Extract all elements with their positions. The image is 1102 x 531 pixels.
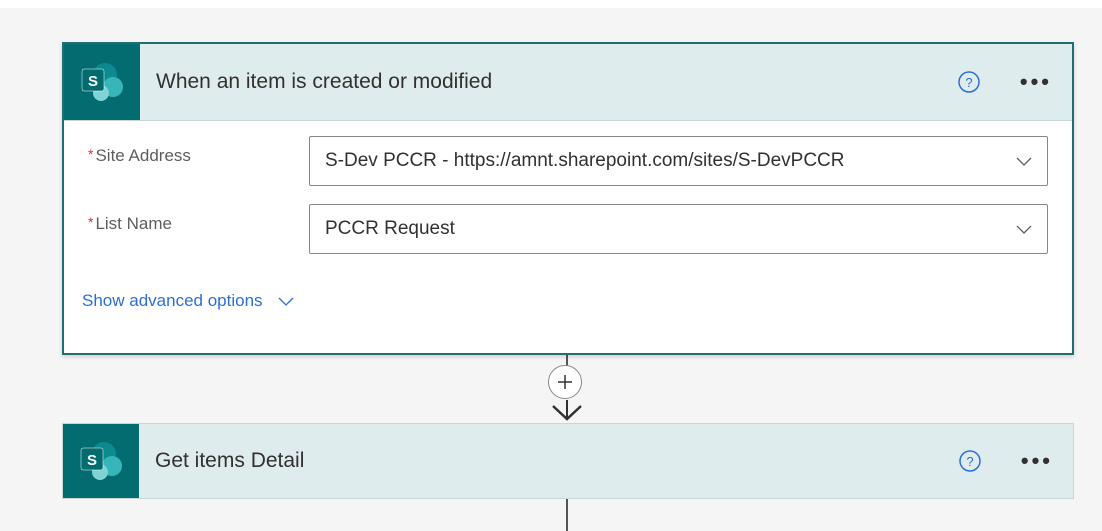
trigger-title: When an item is created or modified bbox=[156, 70, 493, 93]
plus-icon bbox=[558, 375, 572, 389]
help-icon[interactable]: ? bbox=[959, 450, 981, 472]
top-strip bbox=[0, 0, 1102, 8]
required-mark: * bbox=[88, 214, 94, 230]
get-items-title: Get items Detail bbox=[155, 449, 305, 472]
more-options-icon[interactable]: ••• bbox=[1020, 69, 1052, 95]
svg-text:?: ? bbox=[966, 454, 973, 469]
site-address-row: * Site Address S-Dev PCCR - https://amnt.… bbox=[64, 136, 1072, 188]
svg-text:S: S bbox=[88, 73, 98, 90]
show-advanced-options-link[interactable]: Show advanced options bbox=[82, 291, 295, 311]
chevron-down-icon[interactable] bbox=[1015, 155, 1033, 167]
add-step-button[interactable] bbox=[548, 365, 582, 399]
svg-text:?: ? bbox=[965, 75, 972, 90]
more-options-icon[interactable]: ••• bbox=[1021, 448, 1053, 474]
arrow-down-icon bbox=[552, 400, 582, 421]
trigger-card[interactable]: S When an item is created or modified ? … bbox=[62, 42, 1074, 355]
get-items-card[interactable]: S Get items Detail ? ••• bbox=[62, 423, 1074, 499]
help-icon[interactable]: ? bbox=[958, 71, 980, 93]
sharepoint-icon: S bbox=[64, 44, 140, 120]
chevron-down-icon[interactable] bbox=[1015, 223, 1033, 235]
list-name-label: * List Name bbox=[88, 214, 172, 233]
list-name-row: * List Name PCCR Request bbox=[64, 204, 1072, 256]
site-address-value: S-Dev PCCR - https://amnt.sharepoint.com… bbox=[325, 150, 845, 171]
list-name-dropdown[interactable]: PCCR Request bbox=[309, 204, 1048, 254]
get-items-card-header[interactable]: S Get items Detail ? ••• bbox=[63, 424, 1073, 498]
sharepoint-icon: S bbox=[63, 424, 139, 498]
svg-text:S: S bbox=[87, 452, 97, 469]
required-mark: * bbox=[88, 146, 94, 162]
trigger-card-header[interactable]: S When an item is created or modified ? … bbox=[64, 44, 1072, 121]
site-address-dropdown[interactable]: S-Dev PCCR - https://amnt.sharepoint.com… bbox=[309, 136, 1048, 186]
list-name-value: PCCR Request bbox=[325, 218, 455, 239]
site-address-label: * Site Address bbox=[88, 146, 191, 165]
connector-line-bottom bbox=[566, 499, 568, 531]
chevron-down-icon[interactable] bbox=[277, 295, 295, 307]
